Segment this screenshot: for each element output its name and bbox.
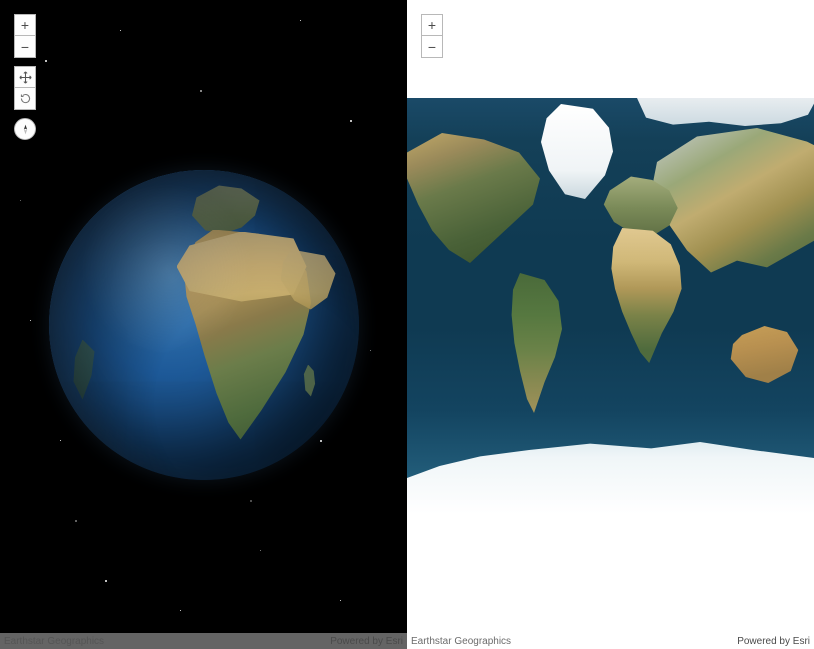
pan-tool-button[interactable] xyxy=(14,66,36,88)
compass-button[interactable] xyxy=(14,118,36,140)
attribution-powered-by[interactable]: Powered by Esri xyxy=(330,636,403,647)
attribution-source: Earthstar Geographics xyxy=(411,636,511,647)
region-arctic-ice xyxy=(637,98,814,126)
continent-antarctica xyxy=(407,434,814,514)
attribution-powered-by[interactable]: Powered by Esri xyxy=(737,636,810,647)
island-greenland xyxy=(537,104,617,199)
map-view-2d[interactable]: + − Earthstar Geographics Powered by Esr… xyxy=(407,0,814,649)
zoom-out-button[interactable]: − xyxy=(421,36,443,58)
continent-south-america xyxy=(499,273,569,413)
globe-shading xyxy=(49,170,359,480)
continent-africa xyxy=(597,228,687,363)
rotate-icon xyxy=(19,92,32,105)
zoom-in-button[interactable]: + xyxy=(14,14,36,36)
split-map-container: + − Earthstar Geographics Powered by Esr… xyxy=(0,0,814,649)
attribution-source: Earthstar Geographics xyxy=(4,636,104,647)
zoom-in-button[interactable]: + xyxy=(421,14,443,36)
continent-north-america xyxy=(407,133,547,263)
attribution-bar: Earthstar Geographics Powered by Esri xyxy=(0,633,407,649)
scene-controls: + − xyxy=(14,14,36,140)
continent-australia xyxy=(727,323,802,383)
rotate-tool-button[interactable] xyxy=(14,88,36,110)
scene-view-3d[interactable]: + − Earthstar Geographics Powered by Esr… xyxy=(0,0,407,649)
pan-icon xyxy=(19,71,32,84)
attribution-bar: Earthstar Geographics Powered by Esri xyxy=(407,633,814,649)
map-controls: + − xyxy=(421,14,443,58)
globe[interactable] xyxy=(49,170,359,480)
zoom-out-button[interactable]: − xyxy=(14,36,36,58)
compass-icon xyxy=(19,123,32,136)
world-map[interactable] xyxy=(407,98,814,514)
